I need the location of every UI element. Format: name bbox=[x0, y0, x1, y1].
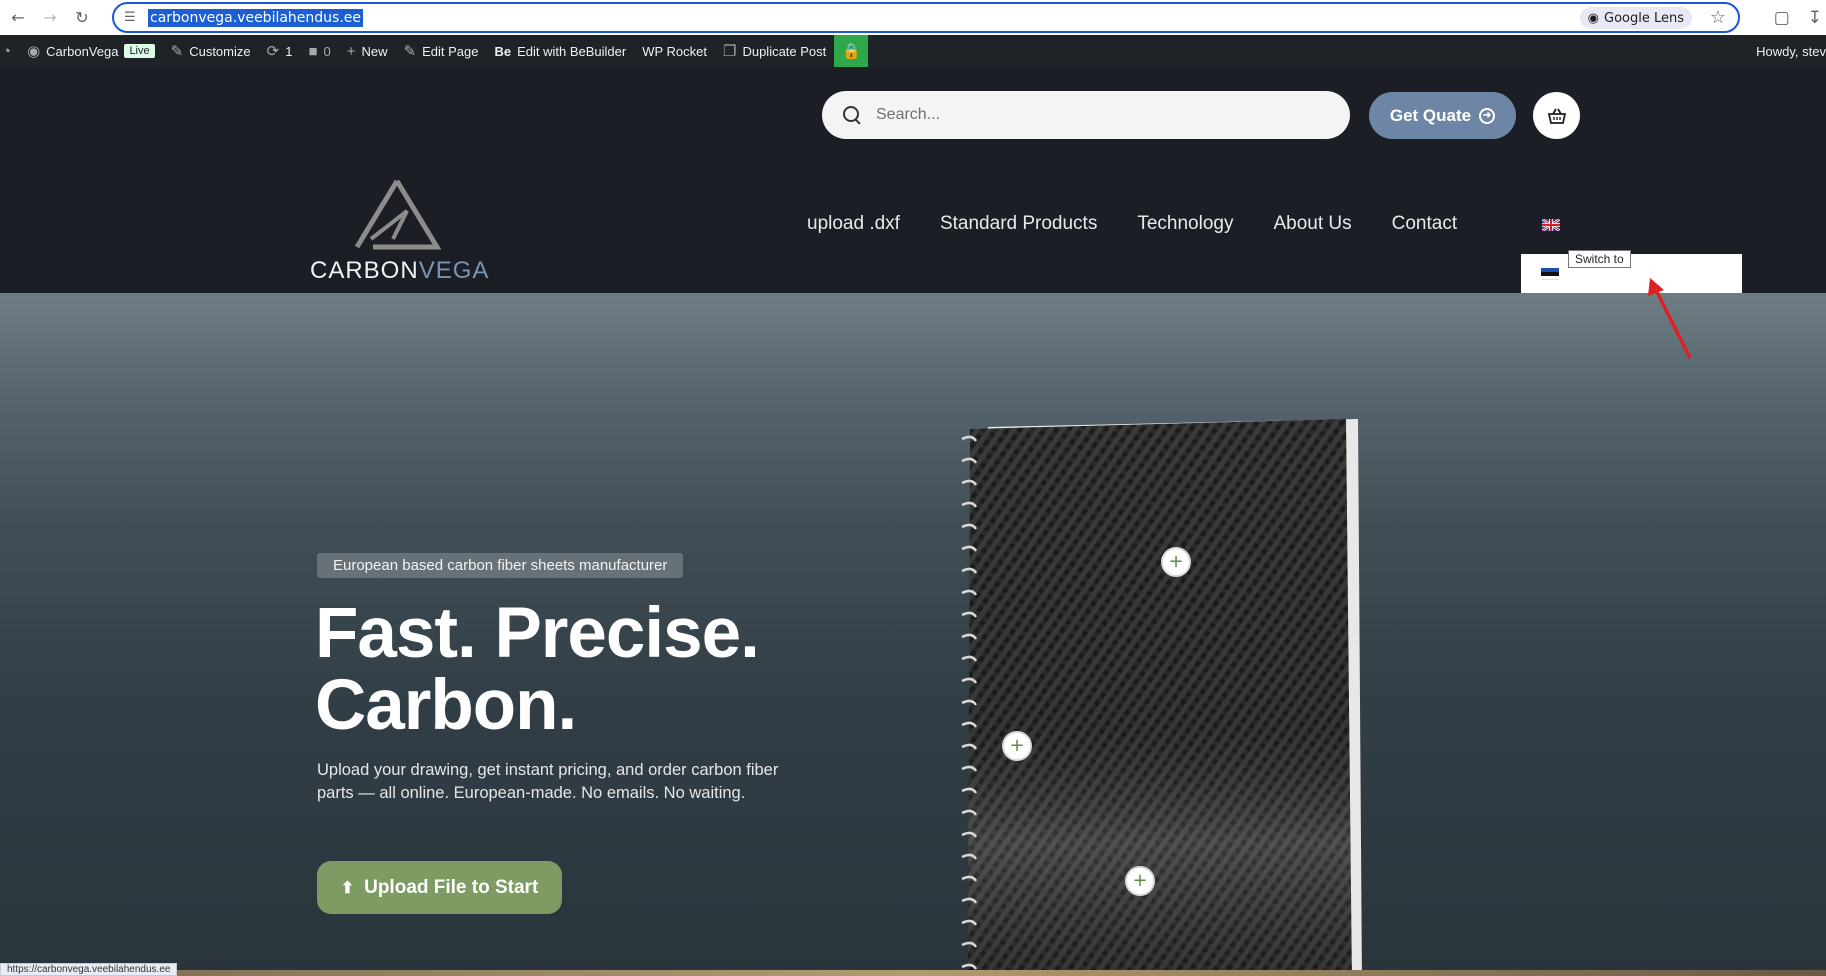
nav-standard-products[interactable]: Standard Products bbox=[940, 213, 1097, 235]
site-name-button[interactable]: ◉ CarbonVega Live bbox=[19, 35, 163, 67]
google-lens-button[interactable]: ◉ Google Lens bbox=[1579, 7, 1692, 29]
uk-flag-icon[interactable] bbox=[1542, 219, 1560, 231]
comments-count: 0 bbox=[323, 43, 331, 59]
dashboard-icon: ◉ bbox=[27, 43, 41, 60]
address-bar[interactable]: ☰ carbonvega.veebilahendus.ee ◉ Google L… bbox=[112, 2, 1740, 33]
basket-button[interactable] bbox=[1533, 92, 1580, 139]
nav-contact[interactable]: Contact bbox=[1392, 213, 1457, 235]
plus-icon: + bbox=[346, 42, 356, 60]
download-icon[interactable]: ↧ bbox=[1808, 8, 1822, 28]
lens-icon: ◉ bbox=[1587, 10, 1599, 26]
edit-page-label: Edit Page bbox=[422, 43, 479, 59]
nav-upload-dxf[interactable]: upload .dxf bbox=[807, 213, 900, 235]
duplicate-post-button[interactable]: ❐ Duplicate Post bbox=[715, 35, 834, 67]
reload-icon[interactable]: ↻ bbox=[68, 4, 96, 32]
wp-admin-bar: ◔ ◉ CarbonVega Live ✎ Customize ⟳ 1 ■ 0 … bbox=[0, 35, 1826, 67]
account-menu[interactable]: Howdy, stev bbox=[1756, 35, 1826, 67]
language-dropdown bbox=[1521, 254, 1742, 297]
howdy-label: Howdy, stev bbox=[1756, 43, 1826, 59]
hotspot-plus-icon[interactable]: + bbox=[1161, 547, 1191, 577]
logo-mark-icon bbox=[354, 179, 441, 250]
wp-rocket-button[interactable]: WP Rocket bbox=[634, 35, 715, 67]
pencil-icon: ✎ bbox=[403, 43, 417, 60]
edit-bebuilder-label: Edit with BeBuilder bbox=[517, 43, 627, 59]
hero-tagline: European based carbon fiber sheets manuf… bbox=[317, 553, 684, 578]
edit-bebuilder-button[interactable]: Be Edit with BeBuilder bbox=[486, 35, 634, 67]
customize-label: Customize bbox=[189, 43, 251, 59]
wordpress-icon: ◔ bbox=[2, 42, 12, 60]
hotspot-plus-icon[interactable]: + bbox=[1002, 731, 1032, 761]
upload-file-label: Upload File to Start bbox=[364, 876, 539, 898]
wp-logo-button[interactable]: ◔ bbox=[0, 35, 19, 67]
search-box[interactable] bbox=[822, 91, 1350, 139]
new-label: New bbox=[361, 43, 388, 59]
edit-page-button[interactable]: ✎ Edit Page bbox=[396, 35, 487, 67]
hero-headline: Fast. Precise. Carbon. bbox=[315, 594, 760, 745]
bebuilder-icon: Be bbox=[494, 43, 512, 59]
updates-button[interactable]: ⟳ 1 bbox=[259, 35, 301, 67]
duplicate-icon: ❐ bbox=[723, 43, 737, 60]
basket-icon bbox=[1547, 108, 1566, 124]
logo-vega: VEGA bbox=[418, 257, 490, 284]
status-bar-url: https://carbonvega.veebilahendus.ee bbox=[0, 963, 178, 976]
duplicate-post-label: Duplicate Post bbox=[742, 43, 827, 59]
extensions-icon[interactable]: ▢ bbox=[1774, 8, 1790, 28]
upload-icon: ⬆ bbox=[340, 879, 355, 897]
site-info-icon[interactable]: ☰ bbox=[124, 10, 142, 25]
back-icon[interactable]: ← bbox=[4, 4, 32, 32]
updates-count: 1 bbox=[285, 43, 293, 59]
wp-rocket-label: WP Rocket bbox=[642, 43, 707, 59]
main-nav: upload .dxf Standard Products Technology… bbox=[807, 213, 1497, 235]
comments-button[interactable]: ■ 0 bbox=[300, 35, 338, 67]
hero-section: European based carbon fiber sheets manuf… bbox=[0, 293, 1826, 976]
estonia-flag-icon[interactable] bbox=[1541, 268, 1559, 280]
live-badge: Live bbox=[124, 44, 155, 58]
bookmark-star-icon[interactable]: ☆ bbox=[1710, 7, 1726, 28]
carbon-notebook-image bbox=[961, 419, 1362, 976]
hero-description: Upload your drawing, get instant pricing… bbox=[317, 761, 779, 802]
annotation-arrow bbox=[1648, 278, 1692, 359]
arrow-right-circle-icon: ➜ bbox=[1479, 107, 1496, 124]
customize-button[interactable]: ✎ Customize bbox=[163, 35, 259, 67]
search-icon bbox=[842, 105, 862, 125]
search-input[interactable] bbox=[876, 106, 1316, 124]
headline-line-1: Fast. Precise. bbox=[315, 594, 760, 673]
comment-icon: ■ bbox=[308, 42, 318, 60]
site-logo[interactable]: CARBONVEGA bbox=[308, 177, 488, 287]
updates-icon: ⟳ bbox=[266, 43, 280, 60]
logo-wordmark: CARBONVEGA bbox=[310, 257, 489, 285]
logo-carbon: CARBON bbox=[310, 257, 419, 284]
hotspot-plus-icon[interactable]: + bbox=[1125, 866, 1155, 896]
hero-bottom-strip bbox=[0, 970, 1826, 976]
headline-line-2: Carbon. bbox=[315, 666, 577, 745]
nav-technology[interactable]: Technology bbox=[1137, 213, 1233, 235]
url-text[interactable]: carbonvega.veebilahendus.ee bbox=[148, 8, 364, 27]
toolbar-actions: ▢ ↧ bbox=[1774, 0, 1826, 35]
new-content-button[interactable]: + New bbox=[339, 35, 396, 67]
browser-toolbar: ← → ↻ ☰ carbonvega.veebilahendus.ee ◉ Go… bbox=[0, 0, 1826, 35]
brush-icon: ✎ bbox=[170, 43, 184, 60]
lens-label: Google Lens bbox=[1604, 10, 1684, 26]
site-name: CarbonVega bbox=[46, 43, 119, 59]
forward-icon[interactable]: → bbox=[36, 4, 64, 32]
lock-icon[interactable]: 🔒 bbox=[834, 35, 869, 67]
get-quote-label: Get Quate bbox=[1389, 105, 1472, 125]
upload-file-button[interactable]: ⬆ Upload File to Start bbox=[317, 861, 562, 914]
nav-about-us[interactable]: About Us bbox=[1273, 213, 1351, 235]
switch-language-tooltip: Switch to bbox=[1568, 250, 1631, 268]
get-quote-button[interactable]: Get Quate ➜ bbox=[1369, 92, 1516, 139]
